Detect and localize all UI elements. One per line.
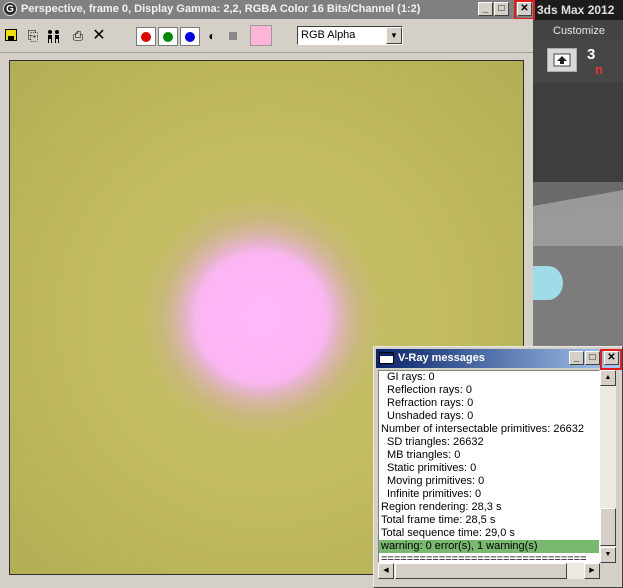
log-line: Refraction rays: 0 [387, 397, 474, 409]
clone-icon[interactable] [46, 28, 62, 44]
minimize-button[interactable]: _ [478, 2, 493, 16]
log-line: Unshaded rays: 0 [387, 410, 474, 422]
scroll-up-icon[interactable]: ▲ [600, 370, 616, 386]
log-line: Reflection rays: 0 [387, 384, 472, 396]
blue-channel-button[interactable] [180, 27, 200, 46]
vray-messages-window: V-Ray messages _ □ ✕ GI rays: 0 Reflectio… [373, 346, 623, 588]
viewport-dark-area [533, 82, 623, 182]
log-line: Region rendering: 28,3 s [381, 501, 502, 513]
green-dot-icon [163, 32, 173, 42]
vray-minimize-button[interactable]: _ [569, 351, 584, 365]
copy-icon[interactable]: ⎘ [25, 28, 41, 44]
frame-buffer-toolbar: ⎘ ⎙ ✕ ◐ RGB Alpha ▼ [0, 19, 533, 53]
scroll-down-icon[interactable]: ▼ [600, 547, 616, 563]
log-line: Static primitives: 0 [387, 462, 477, 474]
vertical-scrollbar[interactable]: ▲ ▼ [600, 370, 616, 563]
green-channel-button[interactable] [158, 27, 178, 46]
snap-toggle[interactable]: 3 [587, 46, 595, 63]
max-title: 3ds Max 2012 [533, 0, 623, 20]
vray-titlebar[interactable]: V-Ray messages _ □ ✕ [376, 349, 622, 370]
select-object-button[interactable] [547, 48, 577, 72]
scroll-left-icon[interactable]: ◀ [378, 563, 394, 579]
blue-dot-icon [185, 32, 195, 42]
viewport-geometry [533, 182, 623, 246]
frame-buffer-titlebar[interactable]: G Perspective, frame 0, Display Gamma: 2… [0, 0, 535, 20]
save-icon[interactable] [4, 28, 20, 44]
log-line: SD triangles: 26632 [387, 436, 484, 448]
log-line: Total sequence time: 29,0 s [381, 527, 515, 539]
vray-maximize-button[interactable]: □ [585, 351, 600, 365]
log-line: Total frame time: 28,5 s [381, 514, 496, 526]
close-highlight-box [600, 349, 622, 370]
alpha-channel-icon[interactable] [226, 28, 242, 44]
log-warning-line: warning: 0 error(s), 1 warning(s) [379, 540, 599, 553]
vray-logo-icon: G [3, 2, 17, 16]
horizontal-scrollbar[interactable]: ◀ ▶ [378, 563, 600, 579]
magnet-icon[interactable]: n [595, 62, 603, 77]
vray-title: V-Ray messages [398, 352, 485, 364]
log-line: GI rays: 0 [387, 371, 435, 383]
menu-item-customize[interactable]: Customize [553, 25, 605, 37]
chevron-down-icon[interactable]: ▼ [386, 27, 402, 44]
red-dot-icon [141, 32, 151, 42]
monochrome-icon[interactable]: ◐ [204, 28, 220, 44]
log-line: MB triangles: 0 [387, 449, 461, 461]
channel-select[interactable]: RGB Alpha ▼ [297, 26, 403, 45]
viewport-gray-area [533, 246, 623, 356]
vray-log[interactable]: GI rays: 0 Reflection rays: 0 Refraction r… [378, 370, 600, 563]
red-channel-button[interactable] [136, 27, 156, 46]
maximize-button[interactable]: □ [494, 2, 509, 16]
window-icon [379, 352, 394, 364]
viewport-cyan-object [533, 266, 563, 300]
log-line: Number of intersectable primitives: 2663… [381, 423, 584, 435]
frame-buffer-title: Perspective, frame 0, Display Gamma: 2,2… [21, 3, 421, 15]
channel-select-value: RGB Alpha [301, 29, 356, 41]
vertical-scroll-thumb[interactable] [600, 508, 616, 546]
log-line: Infinite primitives: 0 [387, 488, 482, 500]
select-arrow-icon [553, 53, 571, 67]
horizontal-scroll-thumb[interactable] [395, 563, 567, 579]
max-toolbar: 3 n [533, 42, 623, 82]
close-highlight-box [514, 0, 535, 20]
clear-icon[interactable]: ✕ [91, 28, 107, 44]
scroll-right-icon[interactable]: ▶ [584, 563, 600, 579]
color-swatch[interactable] [250, 25, 272, 46]
log-line: ================================ [381, 553, 587, 563]
print-icon[interactable]: ⎙ [70, 28, 86, 44]
size-grip[interactable] [600, 563, 616, 579]
max-menubar: Customize [533, 20, 623, 42]
log-line: Moving primitives: 0 [387, 475, 485, 487]
